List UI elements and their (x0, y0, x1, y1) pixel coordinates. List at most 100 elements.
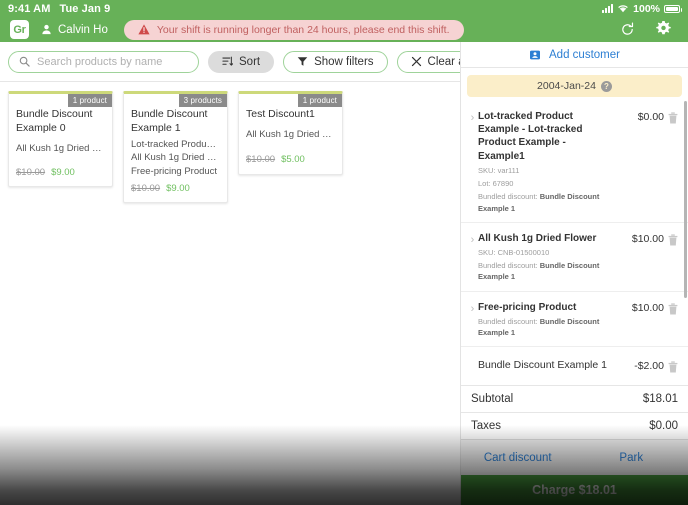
discounted-price: $9.00 (51, 167, 75, 178)
cart-scrollbar-thumb[interactable] (684, 101, 687, 298)
park-button[interactable]: Park (575, 452, 688, 464)
delete-item-button[interactable] (664, 301, 682, 315)
product-included-items: All Kush 1g Dried Flo... (9, 136, 112, 156)
cart-totals: Subtotal $18.01 Taxes $0.00 (461, 385, 688, 439)
original-price: $10.00 (16, 167, 45, 178)
cart-discount-button[interactable]: Cart discount (461, 452, 575, 464)
chevron-placeholder (467, 359, 478, 361)
product-price: $10.00 $5.00 (239, 142, 342, 165)
transaction-date-banner[interactable]: 2004-Jan-24 ? (467, 75, 682, 97)
cart-item-discount: Bundled discount: Bundle Discount Exampl… (478, 316, 614, 339)
cart-item-name: Bundle Discount Example 1 (478, 359, 614, 373)
sort-button[interactable]: Sort (208, 51, 274, 73)
status-time: 9:41 AM (8, 3, 50, 15)
search-icon (19, 56, 30, 67)
product-price: $10.00 $9.00 (9, 155, 112, 178)
app-logo[interactable]: Gr (10, 20, 29, 39)
cart-panel: Add customer 2004-Jan-24 ? › Lot-tracked… (460, 42, 688, 505)
trash-icon (668, 361, 678, 373)
battery-icon (664, 5, 680, 13)
charge-button[interactable]: Charge $18.01 (461, 475, 688, 505)
cart-item-details: Free-pricing Product Bundled discount: B… (478, 301, 618, 339)
cellular-signal-icon (602, 4, 613, 13)
included-item: All Kush 1g Dried Flo... (246, 128, 335, 142)
shift-warning-banner[interactable]: Your shift is running longer than 24 hou… (124, 20, 464, 40)
cart-item-sku: SKU: var111 (478, 165, 614, 176)
refresh-icon[interactable] (620, 22, 635, 37)
taxes-value: $0.00 (649, 420, 678, 432)
subtotal-label: Subtotal (471, 393, 513, 405)
status-bar-left: 9:41 AM Tue Jan 9 (8, 3, 110, 15)
taxes-label: Taxes (471, 420, 501, 432)
product-card[interactable]: 1 product Bundle Discount Example 0 All … (8, 91, 113, 187)
show-filters-button[interactable]: Show filters (283, 51, 387, 73)
cart-scrollbar[interactable] (683, 101, 688, 385)
cart-header-divider (461, 67, 688, 68)
cart-line-item[interactable]: › All Kush 1g Dried Flower SKU: CNB-0150… (461, 223, 688, 292)
sort-label: Sort (239, 56, 260, 68)
included-item: All Kush 1g Dried Flo... (16, 142, 105, 156)
search-input[interactable]: Search products by name (8, 51, 199, 73)
discount-label: Bundled discount: (478, 192, 538, 201)
chevron-right-icon[interactable]: › (467, 301, 478, 315)
chevron-right-icon[interactable]: › (467, 110, 478, 124)
warning-triangle-icon (138, 24, 150, 35)
delete-item-button[interactable] (664, 359, 682, 373)
product-grid: 1 product Bundle Discount Example 0 All … (0, 82, 460, 203)
cart-item-price: $10.00 (618, 232, 664, 245)
cart-line-item[interactable]: › Lot-tracked Product Example - Lot-trac… (461, 101, 688, 223)
delete-item-button[interactable] (664, 110, 682, 124)
cart-item-list[interactable]: › Lot-tracked Product Example - Lot-trac… (461, 101, 688, 385)
add-customer-button[interactable]: Add customer (461, 42, 688, 67)
product-card[interactable]: 1 product Test Discount1 All Kush 1g Dri… (238, 91, 343, 175)
current-user[interactable]: Calvin Ho (41, 24, 108, 36)
product-count-badge: 1 product (298, 94, 342, 107)
user-name-label: Calvin Ho (58, 24, 108, 36)
product-card[interactable]: 3 products Bundle Discount Example 1 Lot… (123, 91, 228, 203)
cart-item-discount: Bundled discount: Bundle Discount Exampl… (478, 260, 614, 283)
taxes-row: Taxes $0.00 (461, 412, 688, 439)
sort-icon (222, 56, 233, 67)
cart-item-lot: Lot: 67890 (478, 178, 614, 189)
question-mark-icon[interactable]: ? (601, 81, 612, 92)
product-included-items: Lot-tracked Product... All Kush 1g Dried… (124, 136, 227, 179)
status-bar-right: 100% (602, 3, 680, 15)
cart-item-price: -$2.00 (618, 359, 664, 372)
cart-item-details: Lot-tracked Product Example - Lot-tracke… (478, 110, 618, 214)
trash-icon (668, 303, 678, 315)
chevron-right-icon[interactable]: › (467, 232, 478, 246)
cart-item-name: All Kush 1g Dried Flower (478, 232, 614, 245)
discounted-price: $9.00 (166, 183, 190, 194)
included-item: All Kush 1g Dried Flo... (131, 151, 220, 165)
cart-item-price: $10.00 (618, 301, 664, 314)
search-placeholder: Search products by name (37, 56, 162, 68)
cart-item-name: Free-pricing Product (478, 301, 614, 314)
product-included-items: All Kush 1g Dried Flo... (239, 122, 342, 142)
delete-item-button[interactable] (664, 232, 682, 246)
cart-item-details: Bundle Discount Example 1 (478, 359, 618, 373)
contact-card-icon (529, 49, 541, 61)
funnel-icon (297, 56, 308, 67)
discounted-price: $5.00 (281, 154, 305, 165)
cart-item-discount: Bundled discount: Bundle Discount Exampl… (478, 191, 614, 214)
transaction-date-label: 2004-Jan-24 (537, 80, 596, 92)
subtotal-value: $18.01 (643, 393, 678, 405)
status-date: Tue Jan 9 (59, 3, 110, 15)
product-price: $10.00 $9.00 (124, 179, 227, 194)
included-item: Lot-tracked Product... (131, 138, 220, 152)
pos-app-window: 9:41 AM Tue Jan 9 100% Gr Calvin Ho (0, 0, 688, 505)
trash-icon (668, 112, 678, 124)
original-price: $10.00 (246, 154, 275, 165)
product-browser-panel: Search products by name Sort Show filter… (0, 42, 460, 505)
close-x-icon (411, 56, 422, 67)
battery-percentage: 100% (633, 3, 660, 15)
product-count-badge: 3 products (179, 94, 227, 107)
cart-line-item[interactable]: › Free-pricing Product Bundled discount:… (461, 292, 688, 348)
cart-item-price: $0.00 (618, 110, 664, 123)
cart-line-item[interactable]: Bundle Discount Example 1 -$2.00 (461, 347, 688, 385)
included-item: Free-pricing Product (131, 165, 220, 179)
app-header: Gr Calvin Ho Your shift is running longe… (0, 17, 688, 42)
gear-icon[interactable] (655, 21, 672, 38)
cart-action-bar: Cart discount Park (461, 439, 688, 475)
wifi-icon (617, 4, 629, 13)
